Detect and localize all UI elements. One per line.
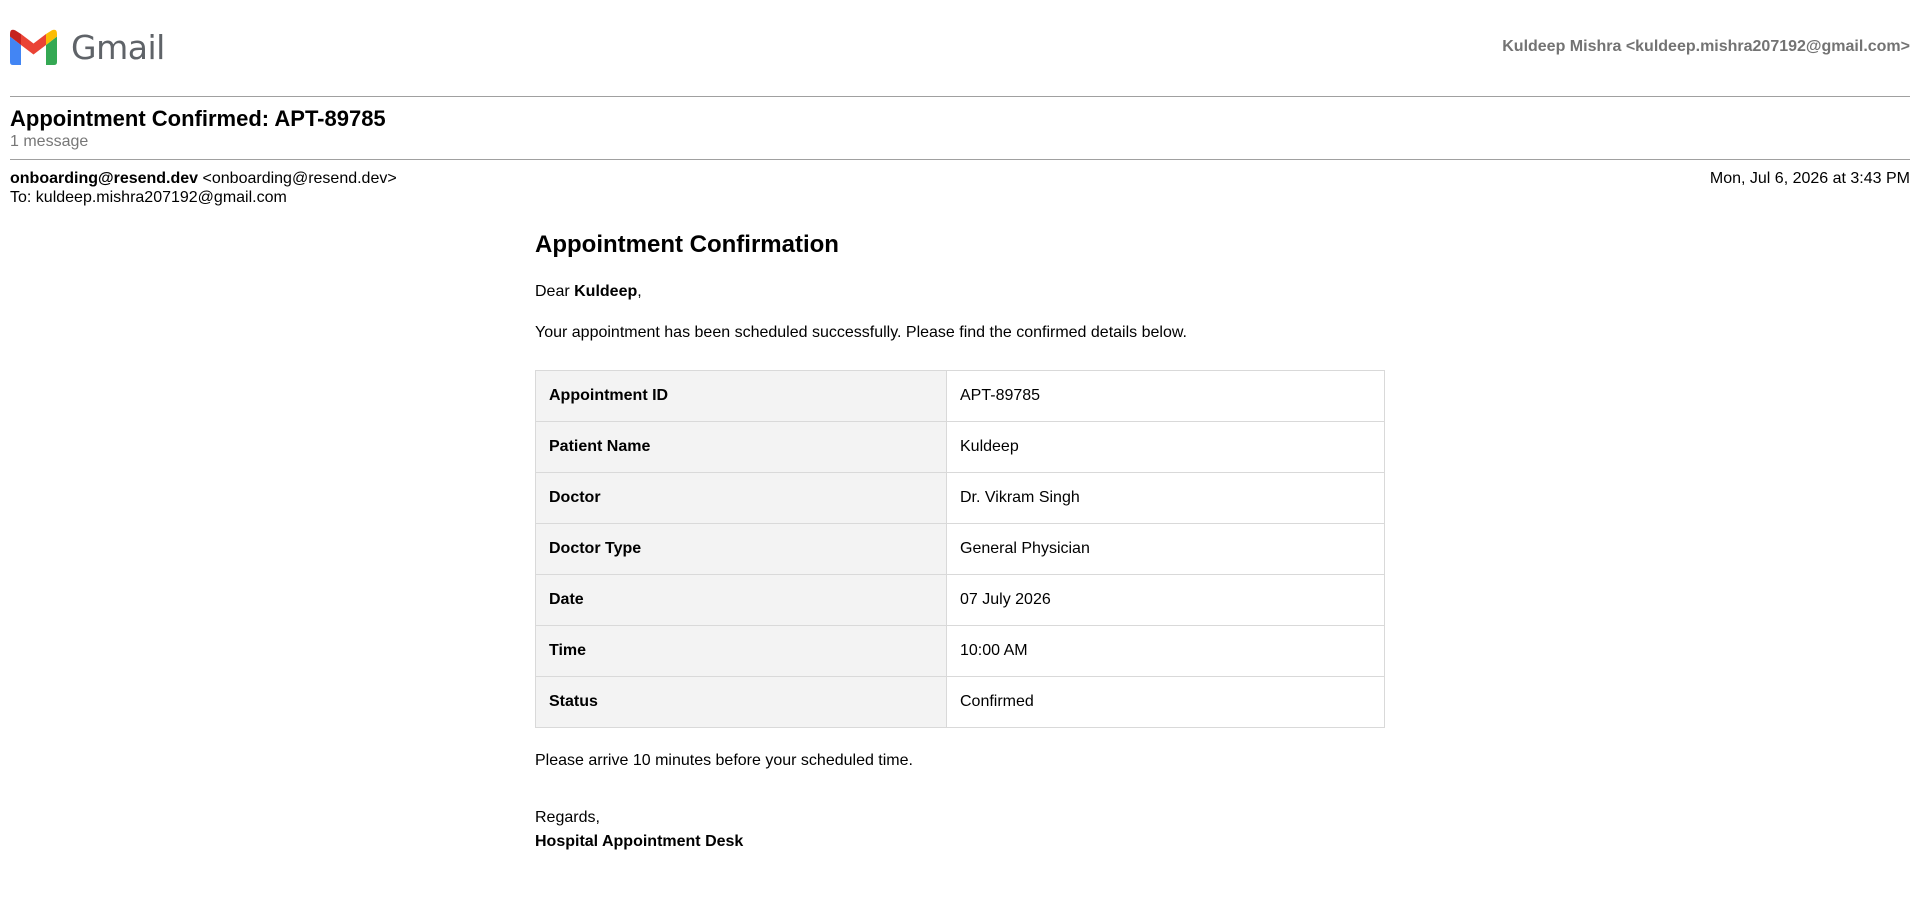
detail-label: Time	[535, 625, 947, 677]
detail-label: Patient Name	[535, 421, 947, 473]
gmail-logo: Gmail	[10, 26, 165, 68]
regards-text: Regards,	[535, 809, 600, 826]
detail-value: 10:00 AM	[946, 625, 1385, 677]
email-body: Appointment Confirmation Dear Kuldeep, Y…	[535, 228, 1385, 850]
detail-label: Doctor	[535, 472, 947, 524]
thread-subject: Appointment Confirmed: APT-89785	[10, 106, 386, 131]
email-heading: Appointment Confirmation	[535, 231, 839, 258]
recipient-line: To: kuldeep.mishra207192@gmail.com	[10, 189, 287, 206]
detail-value: 07 July 2026	[946, 574, 1385, 626]
arrival-note: Please arrive 10 minutes before your sch…	[535, 752, 913, 769]
gmail-logo-icon	[10, 29, 57, 65]
detail-value: APT-89785	[946, 370, 1385, 422]
detail-value: Kuldeep	[946, 421, 1385, 473]
print-header: Gmail Kuldeep Mishra <kuldeep.mishra2071…	[10, 26, 1910, 68]
printed-email-page: Gmail Kuldeep Mishra <kuldeep.mishra2071…	[0, 0, 1918, 911]
signature: Hospital Appointment Desk	[535, 833, 744, 850]
table-row: Time 10:00 AM	[535, 625, 1385, 677]
detail-label: Status	[535, 676, 947, 728]
greeting-name: Kuldeep	[574, 283, 638, 300]
table-row: Patient Name Kuldeep	[535, 421, 1385, 473]
message-meta: onboarding@resend.dev <onboarding@resend…	[10, 169, 1910, 207]
greeting: Dear Kuldeep,	[535, 283, 642, 301]
table-row: Doctor Dr. Vikram Singh	[535, 472, 1385, 524]
detail-label: Appointment ID	[535, 370, 947, 422]
table-row: Doctor Type General Physician	[535, 523, 1385, 575]
table-row: Status Confirmed	[535, 676, 1385, 728]
greeting-suffix: ,	[637, 283, 642, 300]
sender-name: onboarding@resend.dev	[10, 170, 199, 187]
header-divider	[10, 96, 1910, 97]
gmail-wordmark: Gmail	[71, 27, 165, 67]
thread-header: Appointment Confirmed: APT-89785 1 messa…	[10, 106, 386, 152]
sender-email: <onboarding@resend.dev>	[202, 170, 397, 187]
message-date: Mon, Jul 6, 2026 at 3:43 PM	[1709, 170, 1910, 187]
detail-label: Date	[535, 574, 947, 626]
sign-off: Regards, Hospital Appointment Desk	[535, 806, 743, 854]
subject-divider	[10, 159, 1910, 160]
detail-label: Doctor Type	[535, 523, 947, 575]
message-count: 1 message	[10, 133, 89, 150]
intro-text: Your appointment has been scheduled succ…	[535, 324, 1187, 341]
detail-value: Dr. Vikram Singh	[946, 472, 1385, 524]
account-identity: Kuldeep Mishra <kuldeep.mishra207192@gma…	[1502, 38, 1910, 55]
sender-line: onboarding@resend.dev <onboarding@resend…	[10, 169, 1910, 188]
detail-value: Confirmed	[946, 676, 1385, 728]
appointment-details-table: Appointment ID APT-89785 Patient Name Ku…	[535, 370, 1385, 728]
table-row: Date 07 July 2026	[535, 574, 1385, 626]
greeting-prefix: Dear	[535, 283, 575, 300]
detail-value: General Physician	[946, 523, 1385, 575]
table-row: Appointment ID APT-89785	[535, 370, 1385, 422]
